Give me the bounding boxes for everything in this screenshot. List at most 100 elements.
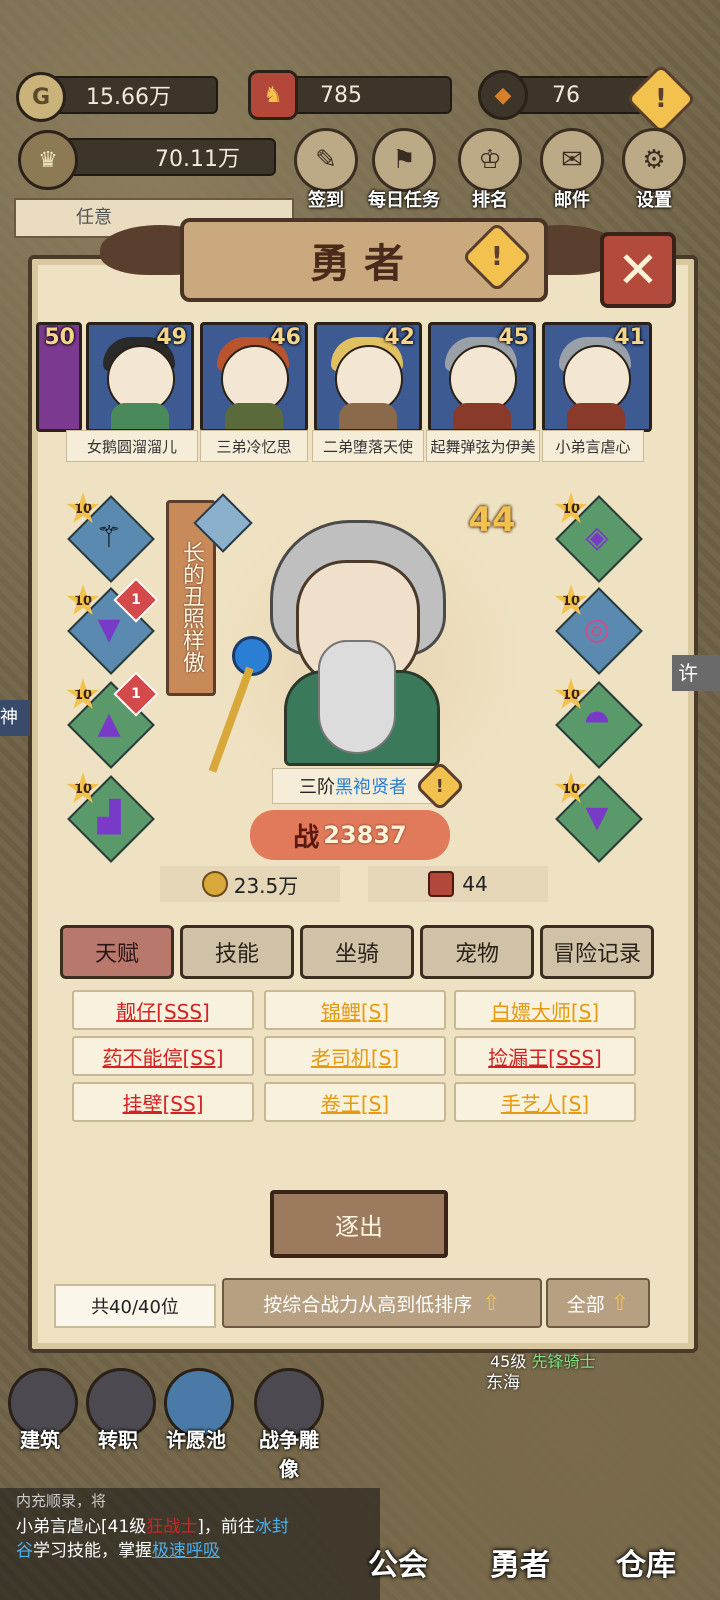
hero-name-text: 起舞弹弦为伊美 xyxy=(430,437,536,456)
side-hint-text: 许 xyxy=(678,661,698,685)
coin-icon xyxy=(201,871,228,897)
power-total: 70.11万 xyxy=(155,147,240,172)
trait-item[interactable]: 老司机[S] xyxy=(264,1036,446,1076)
hero-name-text: 二弟堕落天使 xyxy=(322,437,413,456)
trait-item[interactable]: 捡漏王[SSS] xyxy=(454,1036,636,1076)
hero-name: 二弟堕落天使 xyxy=(312,430,424,462)
gear-icon: ⚙ xyxy=(622,128,686,192)
trait-item[interactable]: 白嫖大师[S] xyxy=(454,990,636,1030)
trait-item[interactable]: 锦鲤[S] xyxy=(264,990,446,1030)
trait-item[interactable]: 靓仔[SSS] xyxy=(72,990,254,1030)
trait-item[interactable]: 手艺人[S] xyxy=(454,1082,636,1122)
hero-level: 42 xyxy=(384,325,415,350)
shield-value: 785 xyxy=(320,82,362,108)
hero-card[interactable]: 49 xyxy=(86,322,194,432)
hero-body xyxy=(567,403,625,429)
settings-button[interactable]: ⚙ 设置 xyxy=(618,128,690,211)
hero-class-name: 黑袍贤者 xyxy=(335,777,407,798)
trait-label: 卷王[S] xyxy=(320,1091,390,1116)
nav-hero-label: 勇者 xyxy=(490,1548,550,1583)
equip-slot-cape[interactable]: ▼ 10 xyxy=(554,772,643,863)
dismiss-button[interactable]: 逐出 xyxy=(270,1190,448,1258)
chat-text: 小弟言虐心[41级 xyxy=(16,1517,147,1537)
wizard-beard-front xyxy=(318,640,396,754)
hero-body xyxy=(225,403,283,429)
hero-card[interactable]: 45 xyxy=(428,322,536,432)
nav-warehouse[interactable]: 仓库 xyxy=(616,1540,676,1584)
map-place-label: 东海 xyxy=(486,1368,520,1393)
shield-crest-icon: ♞ xyxy=(248,70,298,120)
tab-adventure-log[interactable]: 冒险记录 xyxy=(540,925,654,979)
hero-name-text: 小弟言虐心 xyxy=(555,437,631,456)
gem-value: 76 xyxy=(552,82,580,108)
nav-warehouse-label: 仓库 xyxy=(616,1548,676,1583)
job-change-button[interactable]: 转职 xyxy=(86,1368,156,1453)
filter-button[interactable]: 全部 ⇧ xyxy=(546,1278,650,1328)
equip-slot-robe[interactable]: ▼ 10 1 xyxy=(66,577,159,675)
war-statue-button[interactable]: 战争雕像 xyxy=(250,1368,328,1482)
ranking-label: 排名 xyxy=(472,190,508,211)
hero-name: 三弟冷忆思 xyxy=(200,430,308,462)
sort-button[interactable]: 按综合战力从高到低排序 ⇧ xyxy=(222,1278,542,1328)
crystal-icon: ◆ xyxy=(478,70,528,120)
wishing-well-button[interactable]: 许愿池 xyxy=(164,1368,234,1453)
chat-text: 学习技能，掌握 xyxy=(33,1541,152,1561)
mail-icon: ✉ xyxy=(540,128,604,192)
gold-value: 15.66万 xyxy=(86,85,171,110)
hero-level: 49 xyxy=(156,325,187,350)
trait-item[interactable]: 挂壁[SS] xyxy=(72,1082,254,1122)
hero-count-text: 共40/40位 xyxy=(91,1297,179,1318)
tab-pet[interactable]: 宠物 xyxy=(420,925,534,979)
equip-slot-staff[interactable]: ⚚ 10 xyxy=(66,492,155,583)
daily-quest-button[interactable]: ⚑ 每日任务 xyxy=(368,128,440,211)
hero-body xyxy=(111,403,169,429)
close-button[interactable]: ✕ xyxy=(600,232,676,308)
tab-skill[interactable]: 技能 xyxy=(180,925,294,979)
chat-place: 谷 xyxy=(16,1541,33,1561)
hero-name: 小弟言虐心 xyxy=(542,430,644,462)
tab-mount[interactable]: 坐骑 xyxy=(300,925,414,979)
power-prefix: 战 xyxy=(293,822,320,853)
gold-cost-value: 23.5万 xyxy=(233,873,299,898)
chat-place: 冰封 xyxy=(254,1517,289,1537)
build-label: 建筑 xyxy=(20,1428,60,1452)
stat-value: 44 xyxy=(462,872,488,896)
equip-slot-helmet[interactable]: ▲ 10 1 xyxy=(66,671,159,769)
tab-label: 技能 xyxy=(214,942,259,967)
side-hint-left[interactable]: 神殿 xyxy=(0,700,30,736)
map-place: 东海 xyxy=(486,1373,520,1393)
equip-slot-shoulder[interactable]: ⯊ 10 xyxy=(554,678,643,769)
chat-line: 内充顺录，将 xyxy=(16,1490,106,1511)
quest-icon: ⚑ xyxy=(372,128,436,192)
chat-line: 小弟言虐心[41级狂战士]，前往冰封 xyxy=(16,1512,366,1537)
hero-name: 女鹅圆溜溜儿 xyxy=(66,430,198,462)
hero-body xyxy=(453,403,511,429)
equip-slot-ring[interactable]: ◎ 10 xyxy=(554,584,643,675)
build-button[interactable]: 建筑 xyxy=(8,1368,78,1453)
hero-level: 41 xyxy=(614,325,645,350)
trait-item[interactable]: 卷王[S] xyxy=(264,1082,446,1122)
hero-name-text: 女鹅圆溜溜儿 xyxy=(86,437,177,456)
hero-card[interactable]: 46 xyxy=(200,322,308,432)
equip-slot-necklace[interactable]: ◈ 10 xyxy=(554,492,643,583)
hero-card[interactable]: 50 xyxy=(36,322,82,432)
hero-card[interactable]: 42 xyxy=(314,322,422,432)
trait-label: 老司机[S] xyxy=(310,1045,400,1070)
mail-button[interactable]: ✉ 邮件 xyxy=(536,128,608,211)
hero-power-plate: 战 23837 xyxy=(250,810,450,860)
equip-slot-boots[interactable]: ▟ 10 xyxy=(66,772,155,863)
tab-label: 宠物 xyxy=(454,942,499,967)
tab-talent[interactable]: 天赋 xyxy=(60,925,174,979)
nav-guild[interactable]: 公会 xyxy=(368,1540,428,1584)
ranking-button[interactable]: ♔ 排名 xyxy=(454,128,526,211)
nav-hero[interactable]: 勇者 xyxy=(490,1540,550,1584)
tab-label: 冒险记录 xyxy=(552,942,641,967)
chat-skill: 极速呼吸 xyxy=(152,1541,220,1561)
tab-label: 坐骑 xyxy=(334,942,379,967)
checkin-button[interactable]: ✎ 签到 xyxy=(290,128,362,211)
hero-card[interactable]: 41 xyxy=(542,322,652,432)
gold-coin-icon: G xyxy=(16,72,66,122)
side-hint[interactable]: 许 xyxy=(672,655,720,691)
hero-level-badge: 44 xyxy=(452,500,532,544)
trait-item[interactable]: 药不能停[SS] xyxy=(72,1036,254,1076)
